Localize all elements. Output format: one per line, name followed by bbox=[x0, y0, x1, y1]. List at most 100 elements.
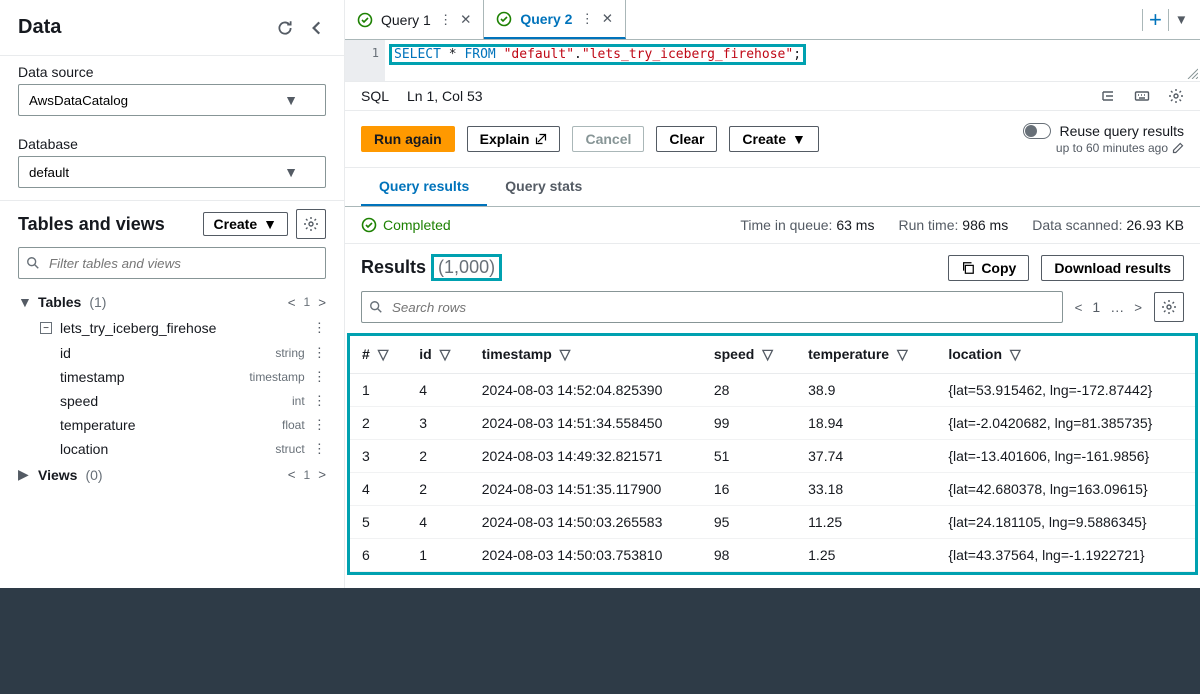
search-icon bbox=[369, 300, 383, 314]
reuse-label: Reuse query results bbox=[1059, 123, 1184, 139]
keyboard-icon[interactable] bbox=[1134, 88, 1150, 104]
queue-time: 63 ms bbox=[836, 217, 874, 233]
refresh-icon[interactable] bbox=[276, 19, 294, 37]
search-icon bbox=[26, 256, 40, 270]
sort-icon: ▽ bbox=[1010, 346, 1021, 362]
sort-icon: ▽ bbox=[378, 346, 389, 362]
column-item[interactable]: idstring⋮ bbox=[10, 341, 334, 365]
results-title: Results bbox=[361, 257, 426, 277]
column-header[interactable]: location ▽ bbox=[936, 335, 1195, 374]
next-page-icon[interactable]: > bbox=[318, 467, 326, 482]
column-header[interactable]: speed ▽ bbox=[702, 335, 796, 374]
table-row[interactable]: 612024-08-03 14:50:03.753810981.25{lat=4… bbox=[350, 539, 1195, 572]
close-icon[interactable]: ✕ bbox=[602, 11, 613, 27]
create-query-button[interactable]: Create ▼ bbox=[729, 126, 818, 152]
tables-views-title: Tables and views bbox=[18, 214, 165, 235]
explain-button[interactable]: Explain bbox=[467, 126, 561, 152]
caret-down-icon: ▼ bbox=[263, 216, 277, 232]
more-vertical-icon[interactable]: ⋮ bbox=[313, 345, 326, 361]
prev-page-icon[interactable]: < bbox=[288, 467, 296, 482]
tables-count: (1) bbox=[89, 294, 106, 310]
tab-label: Query 2 bbox=[520, 11, 572, 27]
prev-page-icon[interactable]: < bbox=[288, 295, 296, 310]
settings-icon[interactable] bbox=[296, 209, 326, 239]
results-page: 1 bbox=[1092, 299, 1100, 315]
column-item[interactable]: locationstruct⋮ bbox=[10, 437, 334, 461]
main: Query 1 ⋮ ✕ Query 2 ⋮ ✕ + ▼ 1 bbox=[345, 0, 1200, 588]
edit-icon[interactable] bbox=[1172, 142, 1184, 154]
database-label: Database bbox=[0, 128, 344, 156]
database-select[interactable] bbox=[18, 156, 326, 188]
reuse-results-toggle[interactable] bbox=[1023, 123, 1051, 139]
copy-button[interactable]: Copy bbox=[948, 255, 1029, 281]
data-source-select[interactable] bbox=[18, 84, 326, 116]
data-scanned: 26.93 KB bbox=[1126, 217, 1184, 233]
table-row[interactable]: 232024-08-03 14:51:34.5584509918.94{lat=… bbox=[350, 407, 1195, 440]
column-item[interactable]: speedint⋮ bbox=[10, 389, 334, 413]
add-tab-icon[interactable]: + bbox=[1149, 7, 1162, 33]
cancel-button[interactable]: Cancel bbox=[572, 126, 644, 152]
more-vertical-icon[interactable]: ⋮ bbox=[313, 320, 326, 336]
table-row[interactable]: 542024-08-03 14:50:03.2655839511.25{lat=… bbox=[350, 506, 1195, 539]
tables-group-label[interactable]: Tables bbox=[38, 294, 81, 310]
format-icon[interactable] bbox=[1100, 88, 1116, 104]
views-count: (0) bbox=[85, 467, 102, 483]
caret-down-icon: ▼ bbox=[792, 131, 806, 147]
table-row[interactable]: 322024-08-03 14:49:32.8215715137.74{lat=… bbox=[350, 440, 1195, 473]
next-page-icon[interactable]: > bbox=[318, 295, 326, 310]
column-item[interactable]: temperaturefloat⋮ bbox=[10, 413, 334, 437]
table-name[interactable]: lets_try_iceberg_firehose bbox=[60, 320, 216, 336]
check-circle-icon bbox=[361, 217, 377, 233]
check-circle-icon bbox=[357, 12, 373, 28]
resize-handle-icon[interactable] bbox=[1186, 67, 1198, 79]
table-settings-icon[interactable] bbox=[1154, 292, 1184, 322]
tab-query-results[interactable]: Query results bbox=[361, 168, 487, 206]
caret-right-icon[interactable]: ▶ bbox=[18, 466, 30, 483]
line-number: 1 bbox=[345, 46, 379, 60]
table-row[interactable]: 422024-08-03 14:51:35.1179001633.18{lat=… bbox=[350, 473, 1195, 506]
prev-page-icon[interactable]: < bbox=[1075, 300, 1083, 315]
close-icon[interactable]: ✕ bbox=[460, 12, 471, 28]
tab-label: Query 1 bbox=[381, 12, 431, 28]
column-header[interactable]: timestamp ▽ bbox=[470, 335, 702, 374]
more-vertical-icon[interactable]: ⋮ bbox=[439, 12, 452, 28]
cursor-position: Ln 1, Col 53 bbox=[407, 88, 483, 104]
download-results-button[interactable]: Download results bbox=[1041, 255, 1184, 281]
data-source-label: Data source bbox=[0, 56, 344, 84]
footer-region bbox=[0, 588, 1200, 694]
check-circle-icon bbox=[496, 11, 512, 27]
expand-table-icon[interactable]: − bbox=[40, 322, 52, 334]
tab-query-2[interactable]: Query 2 ⋮ ✕ bbox=[484, 0, 626, 39]
collapse-sidebar-icon[interactable] bbox=[308, 19, 326, 37]
results-table: # ▽id ▽timestamp ▽speed ▽temperature ▽lo… bbox=[350, 333, 1195, 572]
clear-button[interactable]: Clear bbox=[656, 126, 717, 152]
sort-icon: ▽ bbox=[897, 346, 908, 362]
sql-editor[interactable]: 1 SELECT * FROM "default"."lets_try_iceb… bbox=[345, 40, 1200, 82]
tab-menu-caret-icon[interactable]: ▼ bbox=[1175, 12, 1188, 27]
more-vertical-icon[interactable]: ⋮ bbox=[313, 441, 326, 457]
column-header[interactable]: # ▽ bbox=[350, 335, 407, 374]
more-vertical-icon[interactable]: ⋮ bbox=[313, 417, 326, 433]
run-time: 986 ms bbox=[962, 217, 1008, 233]
more-vertical-icon[interactable]: ⋮ bbox=[313, 393, 326, 409]
editor-settings-icon[interactable] bbox=[1168, 88, 1184, 104]
filter-tables-input[interactable] bbox=[18, 247, 326, 279]
column-header[interactable]: temperature ▽ bbox=[796, 335, 936, 374]
tab-query-stats[interactable]: Query stats bbox=[487, 168, 600, 206]
more-vertical-icon[interactable]: ⋮ bbox=[313, 369, 326, 385]
create-tv-button[interactable]: Create ▼ bbox=[203, 212, 288, 236]
more-vertical-icon[interactable]: ⋮ bbox=[580, 11, 593, 27]
sidebar: Data Data source ▼ Database ▼ bbox=[0, 0, 345, 588]
tab-query-1[interactable]: Query 1 ⋮ ✕ bbox=[345, 0, 484, 39]
search-rows-input[interactable] bbox=[361, 291, 1063, 323]
views-group-label[interactable]: Views bbox=[38, 467, 77, 483]
column-item[interactable]: timestamptimestamp⋮ bbox=[10, 365, 334, 389]
caret-down-icon[interactable]: ▼ bbox=[18, 294, 30, 310]
column-header[interactable]: id ▽ bbox=[407, 335, 470, 374]
sidebar-title: Data bbox=[18, 16, 61, 39]
sort-icon: ▽ bbox=[762, 346, 773, 362]
next-page-icon[interactable]: > bbox=[1134, 300, 1142, 315]
editor-lang: SQL bbox=[361, 88, 389, 104]
run-again-button[interactable]: Run again bbox=[361, 126, 455, 152]
table-row[interactable]: 142024-08-03 14:52:04.8253902838.9{lat=5… bbox=[350, 374, 1195, 407]
